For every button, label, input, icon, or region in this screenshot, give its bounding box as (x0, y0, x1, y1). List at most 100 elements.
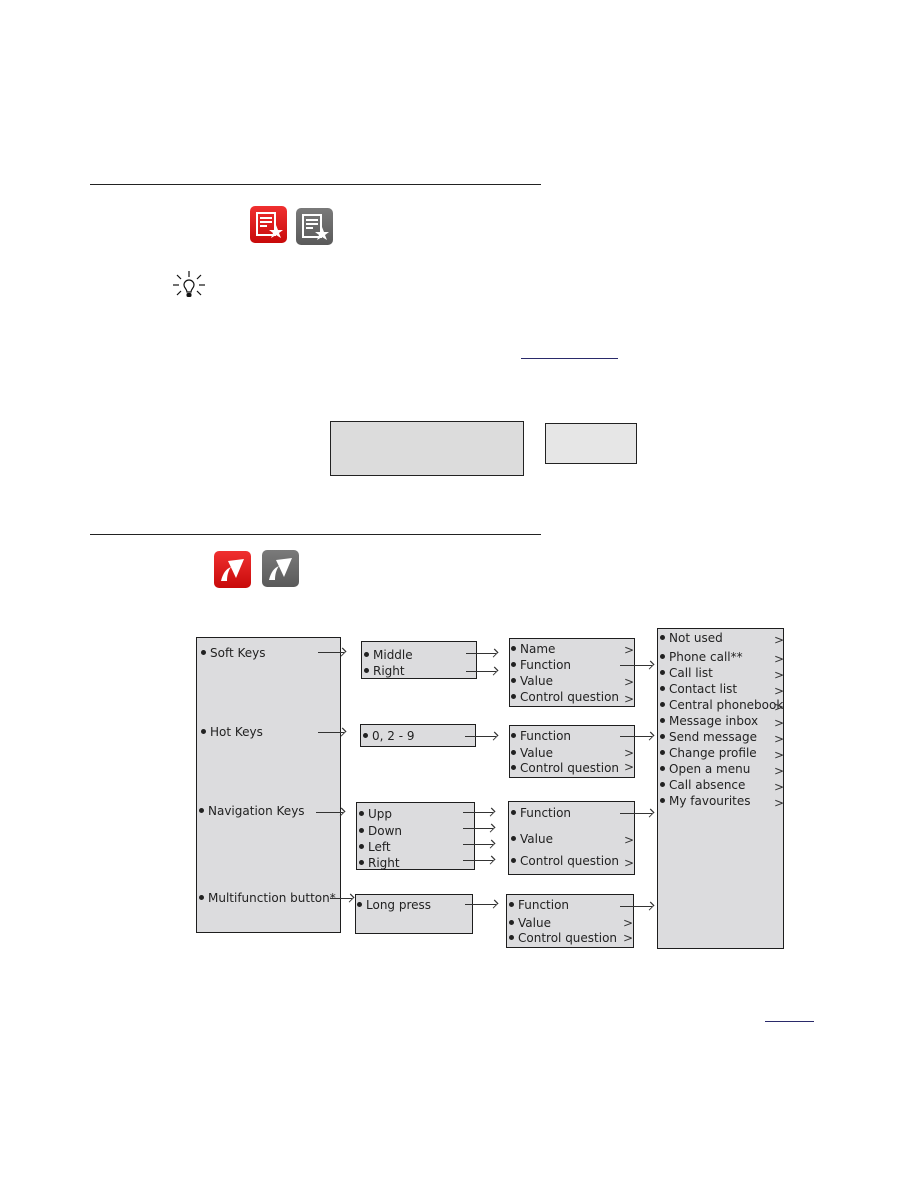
arrow (620, 906, 652, 907)
nav-key-left: Left (359, 840, 391, 854)
arrow (463, 812, 493, 813)
arrow (316, 812, 343, 813)
label: Message inbox (669, 714, 759, 728)
setting-function: Function (511, 658, 571, 672)
setting-function: Function (511, 729, 571, 743)
label: Function (520, 729, 572, 743)
function-option: My favourites (660, 794, 751, 808)
soft-key-right: Right (364, 664, 405, 678)
arrow (466, 653, 496, 654)
label: Soft Keys (210, 646, 266, 660)
setting-control-question: Control question (511, 761, 619, 775)
display-box-small (545, 423, 637, 464)
setting-control-question: Control question (509, 931, 617, 945)
function-option: Message inbox (660, 714, 758, 728)
label: Call absence (669, 778, 746, 792)
arrow (620, 736, 652, 737)
label: Value (520, 674, 553, 688)
chevron-right-icon: > (624, 760, 635, 774)
favourites-icon-red (250, 206, 287, 243)
function-option: Not used (660, 631, 723, 645)
lightbulb-icon (172, 270, 206, 304)
label: Function (518, 898, 570, 912)
setting-function: Function (509, 898, 569, 912)
key-type-navigation: Navigation Keys (199, 804, 305, 818)
chevron-right-icon: > (624, 692, 635, 706)
link-underline[interactable] (521, 358, 618, 359)
chevron-right-icon: > (774, 684, 785, 698)
label: Value (520, 746, 553, 760)
chevron-right-icon: > (623, 931, 634, 945)
arrow (620, 665, 652, 666)
setting-value: Value (511, 746, 553, 760)
label: Right (368, 856, 400, 870)
chevron-right-icon: > (774, 780, 785, 794)
function-option: Call list (660, 666, 713, 680)
chevron-right-icon: > (774, 652, 785, 666)
setting-value: Value (509, 916, 551, 930)
chevron-right-icon: > (624, 833, 635, 847)
function-option: Send message (660, 730, 757, 744)
display-box-large (330, 421, 524, 476)
label: Send message (669, 730, 757, 744)
nav-key-down: Down (359, 824, 402, 838)
chevron-right-icon: > (774, 716, 785, 730)
label: Function (520, 806, 572, 820)
label: Contact list (669, 682, 738, 696)
label: Upp (368, 807, 393, 821)
label: Central phonebook (669, 698, 784, 712)
hot-key-range: 0, 2 - 9 (363, 729, 415, 743)
arrow (463, 828, 493, 829)
function-option: Phone call** (660, 650, 743, 664)
label: Down (368, 824, 403, 838)
function-option: Change profile (660, 746, 757, 760)
setting-control-question: Control question (511, 854, 619, 868)
label: Middle (373, 648, 413, 662)
arrow (318, 652, 344, 653)
label: Open a menu (669, 762, 751, 776)
favourites-icon-gray (296, 208, 333, 245)
label: Change profile (669, 746, 757, 760)
label: Call list (669, 666, 713, 680)
chevron-right-icon: > (774, 796, 785, 810)
label: Not used (669, 631, 723, 645)
function-option: Call absence (660, 778, 745, 792)
label: Control question (518, 931, 618, 945)
arrow (466, 671, 496, 672)
chevron-right-icon: > (624, 643, 635, 657)
chevron-right-icon: > (774, 668, 785, 682)
label: 0, 2 - 9 (372, 729, 415, 743)
key-type-soft: Soft Keys (201, 646, 266, 660)
label: Control question (520, 761, 620, 775)
function-option: Open a menu (660, 762, 750, 776)
label: Navigation Keys (208, 804, 305, 818)
setting-value: Value (511, 674, 553, 688)
section-divider-2 (90, 534, 541, 535)
label: Hot Keys (210, 725, 263, 739)
multifunction-long-press: Long press (357, 898, 431, 912)
soft-key-middle: Middle (364, 648, 413, 662)
key-type-hot: Hot Keys (201, 725, 263, 739)
section-divider-1 (90, 184, 541, 185)
setting-control-question: Control question (511, 690, 619, 704)
label: Control question (520, 854, 620, 868)
keys-icon-gray (262, 550, 299, 587)
label: Name (520, 642, 556, 656)
label: Value (518, 916, 551, 930)
arrow (465, 904, 496, 905)
chevron-right-icon: > (774, 700, 785, 714)
setting-function: Function (511, 806, 571, 820)
arrow (318, 732, 344, 733)
arrow (463, 844, 493, 845)
function-option: Central phonebook (660, 698, 783, 712)
label: Control question (520, 690, 620, 704)
function-option: Contact list (660, 682, 737, 696)
link-underline[interactable] (765, 1021, 814, 1022)
keys-icon-red (214, 551, 251, 588)
chevron-right-icon: > (624, 675, 635, 689)
label: Right (373, 664, 405, 678)
label: Multifunction button* (208, 891, 336, 905)
arrow (465, 736, 496, 737)
label: Left (368, 840, 391, 854)
chevron-right-icon: > (774, 633, 785, 647)
